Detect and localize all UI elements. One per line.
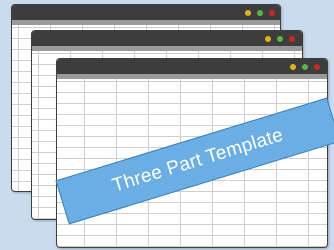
close-dot-icon[interactable] [289,36,295,42]
minimize-dot-icon[interactable] [290,64,296,70]
window-titlebar [32,31,302,46]
maximize-dot-icon[interactable] [257,10,263,16]
minimize-dot-icon[interactable] [265,36,271,42]
close-dot-icon[interactable] [269,10,275,16]
close-dot-icon[interactable] [314,64,320,70]
maximize-dot-icon[interactable] [302,64,308,70]
minimize-dot-icon[interactable] [245,10,251,16]
window-titlebar [57,59,327,74]
window-titlebar [12,5,280,20]
maximize-dot-icon[interactable] [277,36,283,42]
